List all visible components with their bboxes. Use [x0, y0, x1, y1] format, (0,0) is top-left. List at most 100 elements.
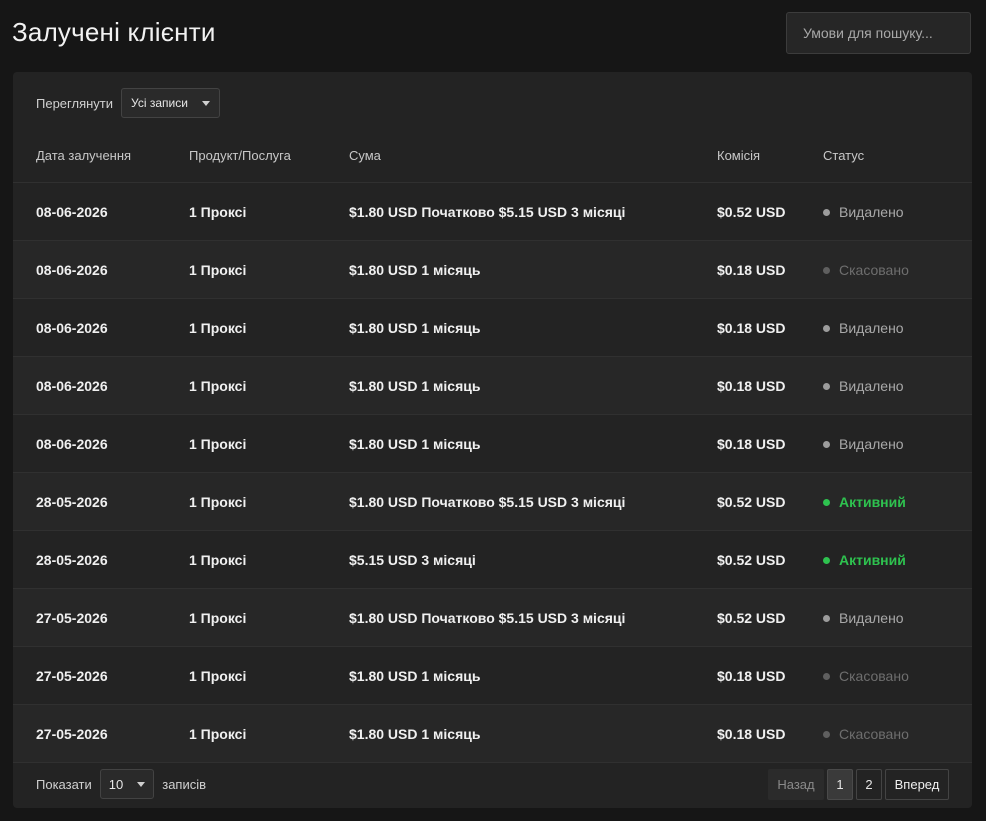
status-text: Скасовано	[839, 668, 909, 685]
cell-commission: $0.52 USD	[717, 588, 823, 647]
cell-amount: $1.80 USD 1 місяць	[349, 240, 717, 299]
page-title: Залучені клієнти	[12, 17, 216, 47]
status-badge: Видалено	[823, 320, 904, 336]
page-length-bar: Показати 10 записів	[36, 769, 206, 799]
table-row: 27-05-2026 1 Проксі $1.80 USD Початково $5…	[13, 588, 972, 647]
cell-amount: $1.80 USD Початково $5.15 USD 3 місяці	[349, 588, 717, 647]
cell-status: Скасовано	[823, 240, 972, 299]
cell-product: 1 Проксі	[189, 646, 349, 705]
cell-commission: $0.52 USD	[717, 530, 823, 589]
page-button-1[interactable]: 1	[827, 769, 853, 800]
next-page-button[interactable]: Вперед	[885, 769, 949, 800]
cell-date: 08-06-2026	[13, 414, 189, 473]
status-dot-icon	[823, 672, 830, 680]
search-input[interactable]	[786, 12, 971, 54]
cell-amount: $1.80 USD Початково $5.15 USD 3 місяці	[349, 472, 717, 531]
referrals-card: Переглянути Усі записи Дата залучення Пр…	[13, 72, 972, 808]
cell-amount: $5.15 USD 3 місяці	[349, 530, 717, 589]
view-filter-select[interactable]: Усі записи	[121, 88, 220, 118]
pagination: Назад 1 2 Вперед	[765, 769, 949, 800]
cell-status: Скасовано	[823, 646, 972, 705]
cell-commission: $0.18 USD	[717, 298, 823, 357]
status-text: Видалено	[839, 204, 904, 221]
status-dot-icon	[823, 730, 830, 738]
table-row: 28-05-2026 1 Проксі $1.80 USD Початково $5…	[13, 472, 972, 531]
status-dot-icon	[823, 324, 830, 332]
cell-date: 08-06-2026	[13, 356, 189, 415]
cell-status: Видалено	[823, 356, 972, 415]
status-dot-icon	[823, 614, 830, 622]
column-header-amount[interactable]: Сума	[349, 128, 717, 183]
column-header-commission[interactable]: Комісія	[717, 128, 823, 183]
cell-product: 1 Проксі	[189, 240, 349, 299]
cell-product: 1 Проксі	[189, 704, 349, 763]
cell-product: 1 Проксі	[189, 356, 349, 415]
cell-commission: $0.18 USD	[717, 414, 823, 473]
status-dot-icon	[823, 498, 830, 506]
status-text: Активний	[839, 552, 906, 569]
table-header-row: Дата залучення Продукт/Послуга Сума Комі…	[13, 128, 972, 183]
cell-date: 08-06-2026	[13, 182, 189, 241]
cell-commission: $0.18 USD	[717, 240, 823, 299]
status-dot-icon	[823, 556, 830, 564]
cell-commission: $0.18 USD	[717, 704, 823, 763]
cell-status: Видалено	[823, 298, 972, 357]
status-badge: Скасовано	[823, 668, 909, 684]
status-badge: Активний	[823, 552, 906, 568]
page-length-value: 10	[108, 776, 124, 792]
status-badge: Видалено	[823, 204, 904, 220]
chevron-down-icon	[137, 781, 146, 787]
status-text: Активний	[839, 494, 906, 511]
status-badge: Видалено	[823, 436, 904, 452]
cell-product: 1 Проксі	[189, 530, 349, 589]
view-filter-bar: Переглянути Усі записи	[36, 88, 220, 118]
referrals-table: Дата залучення Продукт/Послуга Сума Комі…	[13, 128, 972, 763]
status-text: Скасовано	[839, 726, 909, 743]
chevron-down-icon	[201, 100, 210, 106]
status-dot-icon	[823, 440, 830, 448]
status-badge: Скасовано	[823, 726, 909, 742]
prev-page-button[interactable]: Назад	[768, 769, 824, 800]
status-badge: Активний	[823, 494, 906, 510]
column-header-product[interactable]: Продукт/Послуга	[189, 128, 349, 183]
cell-commission: $0.52 USD	[717, 472, 823, 531]
cell-commission: $0.18 USD	[717, 356, 823, 415]
cell-product: 1 Проксі	[189, 182, 349, 241]
cell-product: 1 Проксі	[189, 472, 349, 531]
cell-commission: $0.18 USD	[717, 646, 823, 705]
cell-product: 1 Проксі	[189, 414, 349, 473]
cell-product: 1 Проксі	[189, 588, 349, 647]
cell-amount: $1.80 USD 1 місяць	[349, 356, 717, 415]
cell-commission: $0.52 USD	[717, 182, 823, 241]
page-header: Залучені клієнти	[0, 0, 986, 72]
records-label: записів	[162, 776, 207, 792]
cell-amount: $1.80 USD Початково $5.15 USD 3 місяці	[349, 182, 717, 241]
table-row: 28-05-2026 1 Проксі $5.15 USD 3 місяці $0.5…	[13, 530, 972, 589]
page-button-2[interactable]: 2	[856, 769, 882, 800]
column-header-date[interactable]: Дата залучення	[13, 128, 189, 183]
status-text: Видалено	[839, 378, 904, 395]
cell-status: Активний	[823, 530, 972, 589]
cell-status: Видалено	[823, 414, 972, 473]
cell-status: Скасовано	[823, 704, 972, 763]
column-header-status[interactable]: Статус	[823, 128, 972, 183]
table-row: 08-06-2026 1 Проксі $1.80 USD 1 місяць $0.1…	[13, 298, 972, 357]
status-dot-icon	[823, 208, 830, 216]
cell-date: 08-06-2026	[13, 240, 189, 299]
cell-date: 28-05-2026	[13, 530, 189, 589]
table-row: 27-05-2026 1 Проксі $1.80 USD 1 місяць $0.1…	[13, 704, 972, 763]
status-text: Видалено	[839, 436, 904, 453]
table-row: 08-06-2026 1 Проксі $1.80 USD 1 місяць $0.1…	[13, 356, 972, 415]
show-label: Показати	[36, 776, 92, 792]
cell-amount: $1.80 USD 1 місяць	[349, 646, 717, 705]
cell-status: Видалено	[823, 182, 972, 241]
table-row: 08-06-2026 1 Проксі $1.80 USD 1 місяць $0.1…	[13, 240, 972, 299]
status-text: Видалено	[839, 320, 904, 337]
cell-amount: $1.80 USD 1 місяць	[349, 298, 717, 357]
table-row: 27-05-2026 1 Проксі $1.80 USD 1 місяць $0.1…	[13, 646, 972, 705]
cell-amount: $1.80 USD 1 місяць	[349, 414, 717, 473]
cell-date: 28-05-2026	[13, 472, 189, 531]
status-dot-icon	[823, 266, 830, 274]
cell-date: 27-05-2026	[13, 646, 189, 705]
page-length-select[interactable]: 10	[99, 769, 155, 799]
